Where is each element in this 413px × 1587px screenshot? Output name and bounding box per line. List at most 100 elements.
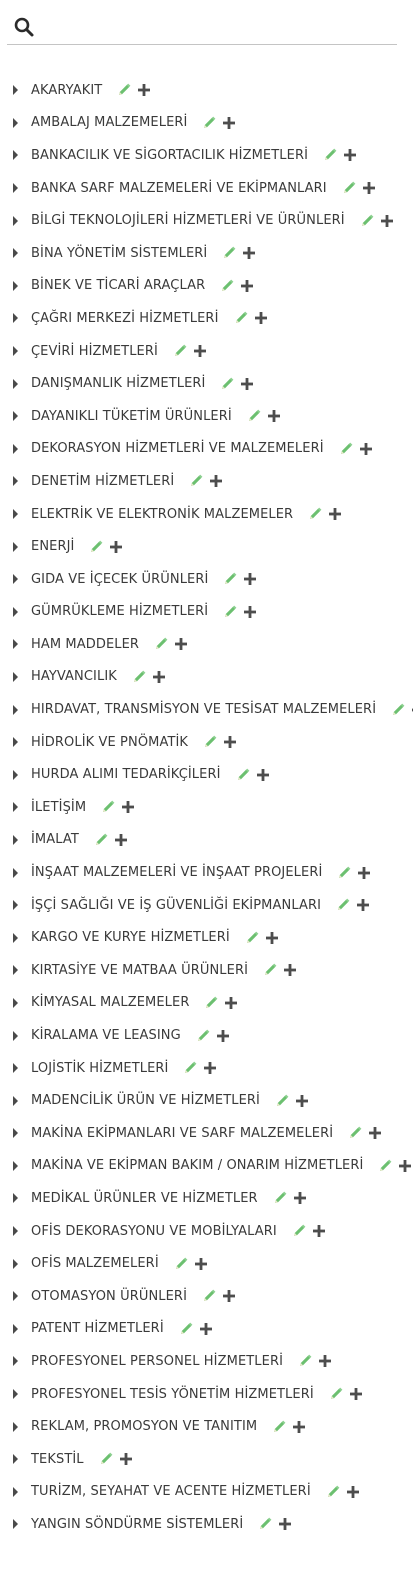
tree-item[interactable]: ENERJİ [0,530,413,563]
plus-icon[interactable] [202,1060,218,1076]
tree-item[interactable]: KARGO VE KURYE HİZMETLERİ [0,921,413,954]
tree-item-label[interactable]: HIRDAVAT, TRANSMİSYON VE TESİSAT MALZEME… [31,702,376,717]
caret-right-icon[interactable] [13,183,18,194]
tree-item[interactable]: AKARYAKIT [0,74,413,107]
caret-right-icon[interactable] [13,704,18,715]
plus-icon[interactable] [221,1288,237,1304]
caret-right-icon[interactable] [13,313,18,324]
search-icon[interactable] [13,16,35,38]
tree-item[interactable]: BİLGİ TEKNOLOJİLERİ HİZMETLERİ VE ÜRÜNLE… [0,204,413,237]
caret-right-icon[interactable] [13,280,18,291]
pencil-icon[interactable] [262,962,278,978]
plus-icon[interactable] [242,571,258,587]
caret-right-icon[interactable] [13,117,18,128]
caret-right-icon[interactable] [13,150,18,161]
tree-item-label[interactable]: DAYANIKLI TÜKETİM ÜRÜNLERİ [31,409,232,424]
tree-item-label[interactable]: OFİS DEKORASYONU VE MOBİLYALARI [31,1224,277,1239]
tree-item[interactable]: DEKORASYON HİZMETLERİ VE MALZEMELERİ [0,433,413,466]
pencil-icon[interactable] [203,995,219,1011]
caret-right-icon[interactable] [13,1421,18,1432]
caret-right-icon[interactable] [13,606,18,617]
tree-item-label[interactable]: MAKİNA VE EKİPMAN BAKIM / ONARIM HİZMETL… [31,1158,363,1173]
caret-right-icon[interactable] [13,1486,18,1497]
pencil-icon[interactable] [153,636,169,652]
caret-right-icon[interactable] [13,932,18,943]
tree-item[interactable]: HIRDAVAT, TRANSMİSYON VE TESİSAT MALZEME… [0,693,413,726]
tree-item[interactable]: TURİZM, SEYAHAT VE ACENTE HİZMETLERİ [0,1476,413,1509]
caret-right-icon[interactable] [13,1323,18,1334]
pencil-icon[interactable] [202,734,218,750]
plus-icon[interactable] [291,1419,307,1435]
pencil-icon[interactable] [88,539,104,555]
tree-item-label[interactable]: PATENT HİZMETLERİ [31,1321,164,1336]
pencil-icon[interactable] [173,1256,189,1272]
caret-right-icon[interactable] [13,867,18,878]
tree-item[interactable]: YANGIN SÖNDÜRME SİSTEMLERİ [0,1508,413,1541]
tree-item-label[interactable]: OFİS MALZEMELERİ [31,1256,159,1271]
tree-item[interactable]: MEDİKAL ÜRÜNLER VE HİZMETLER [0,1182,413,1215]
tree-item-label[interactable]: ELEKTRİK VE ELEKTRONİK MALZEMELER [31,507,293,522]
tree-item[interactable]: GÜMRÜKLEME HİZMETLERİ [0,596,413,629]
tree-item[interactable]: İŞÇİ SAĞLIĞI VE İŞ GÜVENLİĞİ EKİPMANLARI [0,889,413,922]
pencil-icon[interactable] [233,310,249,326]
pencil-icon[interactable] [335,897,351,913]
plus-icon[interactable] [118,1451,134,1467]
tree-item[interactable]: PROFESYONEL TESİS YÖNETİM HİZMETLERİ [0,1378,413,1411]
tree-item[interactable]: OFİS DEKORASYONU VE MOBİLYALARI [0,1215,413,1248]
caret-right-icon[interactable] [13,378,18,389]
plus-icon[interactable] [317,1353,333,1369]
tree-item[interactable]: KİMYASAL MALZEMELER [0,987,413,1020]
plus-icon[interactable] [327,506,343,522]
plus-icon[interactable] [361,180,377,196]
caret-right-icon[interactable] [13,541,18,552]
tree-item[interactable]: HİDROLİK VE PNÖMATİK [0,726,413,759]
caret-right-icon[interactable] [13,346,18,357]
pencil-icon[interactable] [341,180,357,196]
tree-item[interactable]: KİRALAMA VE LEASING [0,1019,413,1052]
plus-icon[interactable] [282,962,298,978]
pencil-icon[interactable] [257,1516,273,1532]
tree-item-label[interactable]: ÇEVİRİ HİZMETLERİ [31,344,158,359]
pencil-icon[interactable] [219,376,235,392]
tree-item-label[interactable]: İLETİŞİM [31,800,86,815]
tree-item[interactable]: BANKA SARF MALZEMELERİ VE EKİPMANLARI [0,172,413,205]
search-input[interactable] [45,12,389,40]
pencil-icon[interactable] [100,799,116,815]
tree-item[interactable]: TEKSTİL [0,1443,413,1476]
tree-item-label[interactable]: İNŞAAT MALZEMELERİ VE İNŞAAT PROJELERİ [31,865,322,880]
tree-item-label[interactable]: KIRTASİYE VE MATBAA ÜRÜNLERİ [31,963,248,978]
caret-right-icon[interactable] [13,834,18,845]
pencil-icon[interactable] [307,506,323,522]
pencil-icon[interactable] [338,441,354,457]
caret-right-icon[interactable] [13,1389,18,1400]
tree-item-label[interactable]: BİNA YÖNETİM SİSTEMLERİ [31,246,207,261]
tree-item[interactable]: BANKACILIK VE SİGORTACILIK HİZMETLERİ [0,139,413,172]
tree-item[interactable]: AMBALAJ MALZEMELERİ [0,107,413,140]
tree-item-label[interactable]: DEKORASYON HİZMETLERİ VE MALZEMELERİ [31,441,324,456]
pencil-icon[interactable] [272,1190,288,1206]
caret-right-icon[interactable] [13,639,18,650]
pencil-icon[interactable] [291,1223,307,1239]
plus-icon[interactable] [367,1125,383,1141]
tree-item-label[interactable]: İŞÇİ SAĞLIĞI VE İŞ GÜVENLİĞİ EKİPMANLARI [31,898,321,913]
caret-right-icon[interactable] [13,476,18,487]
pencil-icon[interactable] [93,832,109,848]
caret-right-icon[interactable] [13,1030,18,1041]
plus-icon[interactable] [241,245,257,261]
pencil-icon[interactable] [182,1060,198,1076]
caret-right-icon[interactable] [13,1128,18,1139]
tree-item-label[interactable]: ÇAĞRI MERKEZİ HİZMETLERİ [31,311,219,326]
tree-item-label[interactable]: BİLGİ TEKNOLOJİLERİ HİZMETLERİ VE ÜRÜNLE… [31,213,345,228]
caret-right-icon[interactable] [13,574,18,585]
caret-right-icon[interactable] [13,1063,18,1074]
tree-item-label[interactable]: OTOMASYON ÜRÜNLERİ [31,1289,187,1304]
caret-right-icon[interactable] [13,737,18,748]
tree-item[interactable]: OTOMASYON ÜRÜNLERİ [0,1280,413,1313]
tree-item[interactable]: OFİS MALZEMELERİ [0,1247,413,1280]
pencil-icon[interactable] [219,278,235,294]
plus-icon[interactable] [173,636,189,652]
tree-item-label[interactable]: DANIŞMANLIK HİZMETLERİ [31,376,205,391]
tree-item-label[interactable]: LOJİSTİK HİZMETLERİ [31,1061,168,1076]
plus-icon[interactable] [253,310,269,326]
caret-right-icon[interactable] [13,1160,18,1171]
